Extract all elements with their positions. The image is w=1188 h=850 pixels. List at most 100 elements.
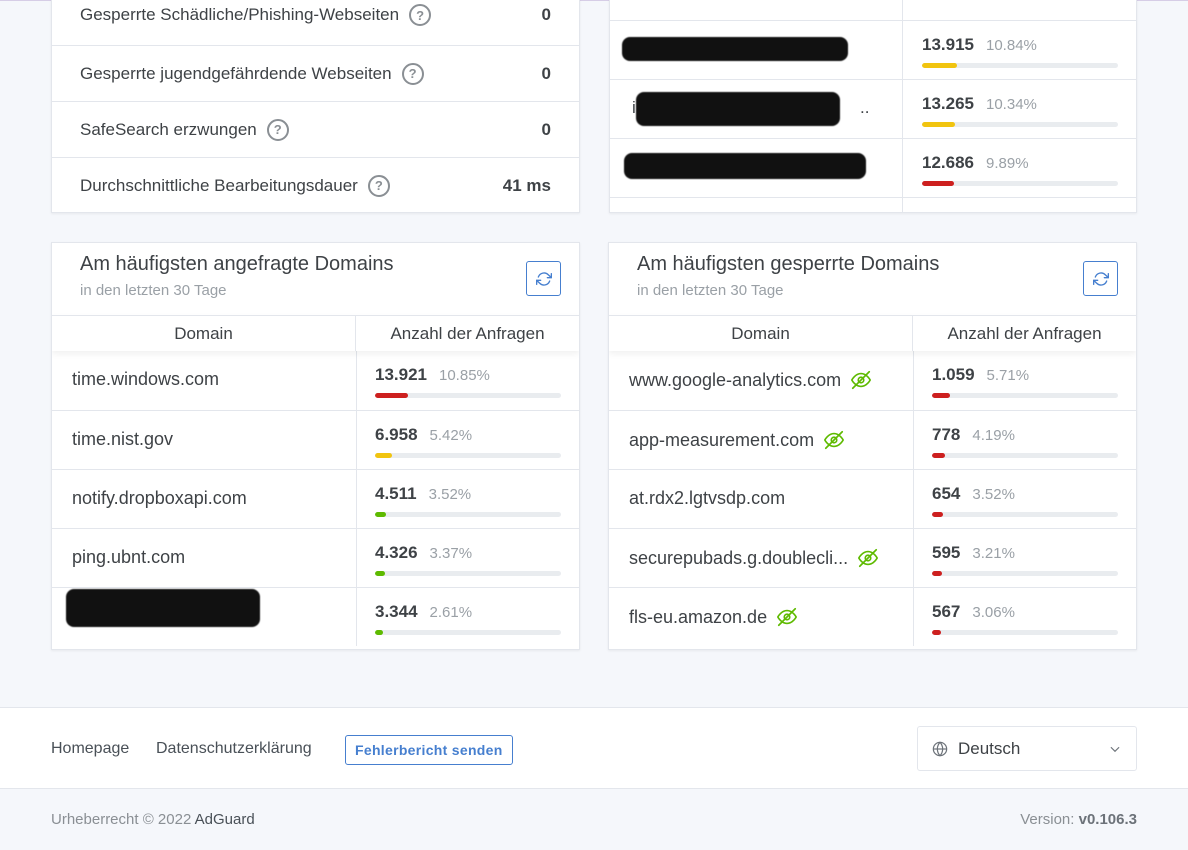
request-percent: 2.61% [429, 604, 473, 621]
top-blocked-domains-card: Am häufigsten gesperrte Domains in den l… [608, 242, 1137, 650]
request-count: 595 [932, 543, 961, 562]
domain-name[interactable]: fls-eu.amazon.de [629, 607, 767, 628]
request-count: 1.059 [932, 365, 975, 384]
request-count: 13.915 [922, 35, 974, 54]
refresh-icon [535, 271, 552, 286]
stats-card: Gesperrte Schädliche/Phishing-Webseiten?… [51, 0, 580, 213]
homepage-link[interactable]: Homepage [51, 740, 129, 758]
chevron-down-icon [1110, 746, 1120, 752]
footer: Homepage Datenschutzerklärung Fehlerberi… [0, 707, 1188, 789]
request-count: 4.326 [375, 543, 418, 562]
request-percent: 3.21% [972, 545, 1015, 562]
table-row: fls-eu.amazon.de 567 3.06% [609, 587, 1136, 646]
domain-name[interactable]: www.google-analytics.com [629, 370, 841, 391]
stat-label: Gesperrte jugendgefährdende Webseiten [80, 63, 392, 83]
domain-name[interactable]: notify.dropboxapi.com [72, 488, 247, 509]
request-percent: 10.34% [986, 96, 1037, 113]
column-header-count[interactable]: Anzahl der Anfragen [356, 316, 579, 351]
progress-bar [375, 571, 561, 576]
request-percent: 5.71% [986, 367, 1030, 384]
brand-name: AdGuard [194, 811, 255, 828]
refresh-icon [1092, 271, 1109, 286]
progress-fill [375, 453, 392, 458]
progress-bar [375, 393, 561, 398]
card-title: Am häufigsten gesperrte Domains [637, 253, 940, 275]
question-circle-icon[interactable]: ? [401, 62, 424, 85]
progress-fill [932, 512, 943, 517]
table-row: time.nist.gov 6.958 5.42% [52, 410, 579, 469]
stat-row-avg-time: Durchschnittliche Bearbeitungsdauer? 41 … [52, 157, 579, 212]
progress-bar [922, 181, 1118, 186]
domain-name[interactable]: time.windows.com [72, 369, 219, 390]
globe-icon [932, 740, 948, 757]
request-count: 13.265 [922, 94, 974, 113]
request-count: 3.344 [375, 602, 418, 621]
domain-name[interactable]: time.nist.gov [72, 429, 173, 450]
card-subtitle: in den letzten 30 Tage [637, 282, 784, 299]
eye-off-icon[interactable] [856, 547, 880, 569]
stat-row-adult: Gesperrte jugendgefährdende Webseiten? 0 [52, 45, 579, 101]
redacted-client-name [624, 153, 866, 179]
progress-bar [932, 393, 1118, 398]
question-circle-icon[interactable]: ? [266, 118, 289, 141]
stat-value: 0 [541, 63, 551, 83]
stat-label: SafeSearch erzwungen [80, 119, 257, 139]
domain-name[interactable]: at.rdx2.lgtvsdp.com [629, 488, 785, 509]
top-clients-card: 13.915 10.84% i .. 13.265 10.34% 12.686 9.8… [609, 0, 1137, 213]
top-queried-domains-card: Am häufigsten angefragte Domains in den … [51, 242, 580, 650]
domain-name[interactable]: ping.ubnt.com [72, 547, 185, 568]
question-circle-icon[interactable]: ? [409, 4, 432, 26]
redacted-client-name [636, 92, 840, 126]
progress-fill [375, 571, 386, 576]
request-percent: 3.06% [972, 604, 1015, 621]
version: Version: v0.106.3 [1020, 811, 1137, 828]
progress-bar [375, 512, 561, 517]
progress-bar [375, 630, 561, 635]
progress-bar [375, 453, 561, 458]
domain-name[interactable]: securepubads.g.doublecli... [629, 548, 848, 569]
language-label: Deutsch [958, 738, 1021, 758]
question-circle-icon[interactable]: ? [367, 174, 390, 197]
column-header-domain[interactable]: Domain [52, 316, 356, 351]
request-percent: 5.42% [429, 427, 473, 444]
eye-off-icon[interactable] [849, 369, 873, 391]
table-header: Domain Anzahl der Anfragen [52, 315, 579, 351]
request-percent: 3.37% [429, 545, 473, 562]
progress-bar [922, 63, 1118, 68]
progress-fill [375, 393, 409, 398]
eye-off-icon[interactable] [775, 606, 799, 628]
request-percent: 3.52% [972, 486, 1015, 503]
refresh-button[interactable] [526, 261, 561, 296]
privacy-link[interactable]: Datenschutzerklärung [156, 740, 312, 758]
progress-fill [932, 630, 942, 635]
progress-fill [922, 122, 956, 127]
language-select[interactable]: Deutsch [917, 726, 1137, 771]
request-percent: 3.52% [428, 486, 472, 503]
progress-bar [932, 630, 1118, 635]
stat-row-safesearch: SafeSearch erzwungen? 0 [52, 101, 579, 157]
request-count: 12.686 [922, 153, 974, 172]
stat-value: 41 ms [502, 175, 551, 195]
request-count: 778 [932, 425, 961, 444]
request-percent: 10.85% [439, 367, 490, 384]
domain-name[interactable]: app-measurement.com [629, 430, 814, 451]
progress-bar [932, 512, 1118, 517]
progress-bar [932, 571, 1118, 576]
table-header: Domain Anzahl der Anfragen [609, 315, 1136, 351]
column-header-domain[interactable]: Domain [609, 316, 913, 351]
eye-off-icon[interactable] [822, 429, 846, 451]
card-title: Am häufigsten angefragte Domains [80, 253, 394, 275]
stat-row-phishing: Gesperrte Schädliche/Phishing-Webseiten?… [52, 0, 579, 43]
table-row: 13.915 10.84% [610, 20, 1136, 79]
redacted-client-name [622, 37, 848, 61]
table-row: securepubads.g.doublecli... 595 3.21% [609, 528, 1136, 587]
table-row: i .. 13.265 10.34% [610, 79, 1136, 138]
refresh-button[interactable] [1083, 261, 1118, 296]
bug-report-button[interactable]: Fehlerbericht senden [345, 735, 513, 765]
table-row: at.rdx2.lgtvsdp.com 654 3.52% [609, 469, 1136, 528]
table-row: ping.ubnt.com 4.326 3.37% [52, 528, 579, 587]
table-row: app-measurement.com 778 4.19% [609, 410, 1136, 469]
stat-value: 0 [541, 119, 551, 139]
column-header-count[interactable]: Anzahl der Anfragen [913, 316, 1136, 351]
progress-bar [932, 453, 1118, 458]
